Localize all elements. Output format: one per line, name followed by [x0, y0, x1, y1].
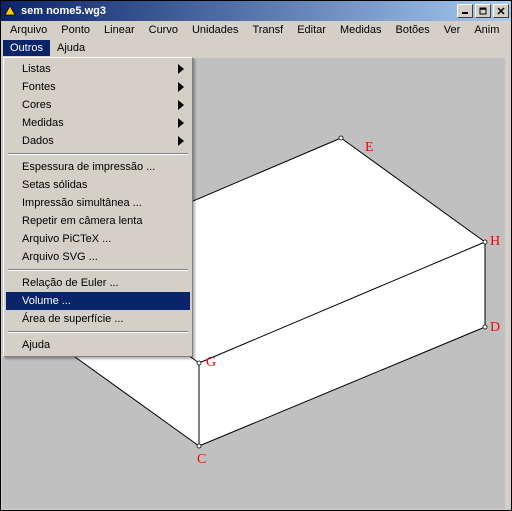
menu-item-label: Repetir em câmera lenta [22, 215, 142, 227]
menu-item[interactable]: Impressão simultânea ... [6, 194, 190, 212]
menu-separator [8, 153, 188, 155]
menu-editar[interactable]: Editar [290, 22, 333, 38]
menu-item-label: Área de superfície ... [22, 313, 124, 325]
menu-item[interactable]: Fontes [6, 78, 190, 96]
titlebar: sem nome5.wg3 [1, 1, 511, 21]
menu-item[interactable]: Medidas [6, 114, 190, 132]
menu-ponto[interactable]: Ponto [54, 22, 97, 38]
menu-item[interactable]: Arquivo SVG ... [6, 248, 190, 266]
menu-item-label: Ajuda [22, 339, 50, 351]
menu-item[interactable]: Relação de Euler ... [6, 274, 190, 292]
menu-item-label: Impressão simultânea ... [22, 197, 142, 209]
menu-item[interactable]: Ajuda [6, 336, 190, 354]
scrollbar-gutter [505, 21, 510, 509]
vertex-label-e: E [365, 140, 374, 156]
menu-ajuda[interactable]: Ajuda [50, 40, 92, 56]
menu-ver[interactable]: Ver [437, 22, 468, 38]
menu-outros-dropdown: Listas Fontes Cores Medidas Dados Espessura d… [3, 57, 193, 357]
menu-unidades[interactable]: Unidades [185, 22, 245, 38]
menu-item-label: Arquivo SVG ... [22, 251, 98, 263]
menu-transf[interactable]: Transf [245, 22, 290, 38]
menu-item-label: Setas sólidas [22, 179, 87, 191]
window-buttons [457, 4, 509, 18]
menu-separator [8, 269, 188, 271]
menu-item[interactable]: Setas sólidas [6, 176, 190, 194]
menu-linear[interactable]: Linear [97, 22, 142, 38]
menu-item[interactable]: Cores [6, 96, 190, 114]
submenu-arrow-icon [178, 100, 184, 113]
menu-item[interactable]: Área de superfície ... [6, 310, 190, 328]
close-button[interactable] [493, 4, 509, 18]
menu-outros[interactable]: Outros [3, 40, 50, 56]
menu-item-label: Dados [22, 135, 54, 147]
maximize-button[interactable] [475, 4, 491, 18]
menu-item-label: Volume ... [22, 295, 71, 307]
menu-item-label: Medidas [22, 117, 64, 129]
menu-item-label: Relação de Euler ... [22, 277, 119, 289]
menu-item[interactable]: Listas [6, 60, 190, 78]
vertex-label-d: D [490, 320, 500, 336]
menubar-row-2: OutrosAjuda [1, 39, 511, 57]
menu-curvo[interactable]: Curvo [142, 22, 185, 38]
menu-item[interactable]: Repetir em câmera lenta [6, 212, 190, 230]
vertex-label-g: G [206, 355, 216, 371]
menu-item[interactable]: Arquivo PiCTeX ... [6, 230, 190, 248]
menu-item-label: Listas [22, 63, 51, 75]
menu-item[interactable]: Dados [6, 132, 190, 150]
menubar-row-1: ArquivoPontoLinearCurvoUnidadesTransfEdi… [1, 21, 511, 39]
submenu-arrow-icon [178, 82, 184, 95]
app-window: sem nome5.wg3 ArquivoPontoLinearCurvoUni… [0, 0, 512, 511]
submenu-arrow-icon [178, 118, 184, 131]
menu-item-label: Fontes [22, 81, 56, 93]
minimize-button[interactable] [457, 4, 473, 18]
menu-botões[interactable]: Botões [389, 22, 437, 38]
menu-arquivo[interactable]: Arquivo [3, 22, 54, 38]
menu-item-label: Arquivo PiCTeX ... [22, 233, 111, 245]
vertex-label-h: H [490, 234, 500, 250]
menu-medidas[interactable]: Medidas [333, 22, 389, 38]
menu-item[interactable]: Espessura de impressão ... [6, 158, 190, 176]
menu-item[interactable]: Volume ... [6, 292, 190, 310]
submenu-arrow-icon [178, 64, 184, 77]
window-title: sem nome5.wg3 [21, 5, 457, 17]
app-icon [3, 4, 17, 18]
menu-item-label: Cores [22, 99, 51, 111]
menu-item-label: Espessura de impressão ... [22, 161, 155, 173]
menu-anim[interactable]: Anim [467, 22, 506, 38]
submenu-arrow-icon [178, 136, 184, 149]
vertex-label-c: C [197, 452, 206, 468]
menu-separator [8, 331, 188, 333]
